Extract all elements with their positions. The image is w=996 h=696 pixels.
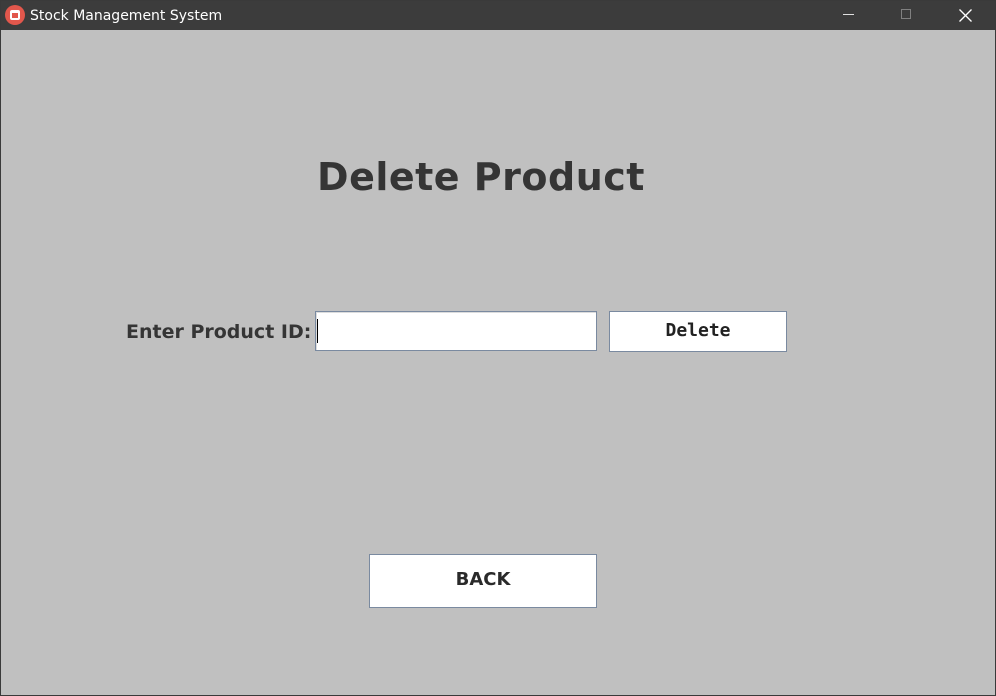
app-window: Stock Management System Delete Product E…	[0, 0, 996, 696]
text-caret	[317, 319, 318, 343]
title-bar[interactable]: Stock Management System	[1, 1, 995, 30]
close-button[interactable]	[936, 1, 994, 30]
close-icon	[959, 9, 972, 22]
app-icon	[5, 5, 25, 25]
product-id-input[interactable]	[315, 311, 597, 351]
delete-button[interactable]: Delete	[609, 311, 787, 352]
maximize-button[interactable]	[878, 1, 936, 30]
maximize-icon	[901, 9, 911, 19]
product-id-label: Enter Product ID:	[126, 321, 312, 343]
page-title: Delete Product	[317, 155, 645, 199]
minimize-button[interactable]	[820, 1, 878, 30]
window-title: Stock Management System	[30, 8, 223, 24]
back-button[interactable]: BACK	[369, 554, 597, 608]
minimize-icon	[843, 14, 854, 15]
